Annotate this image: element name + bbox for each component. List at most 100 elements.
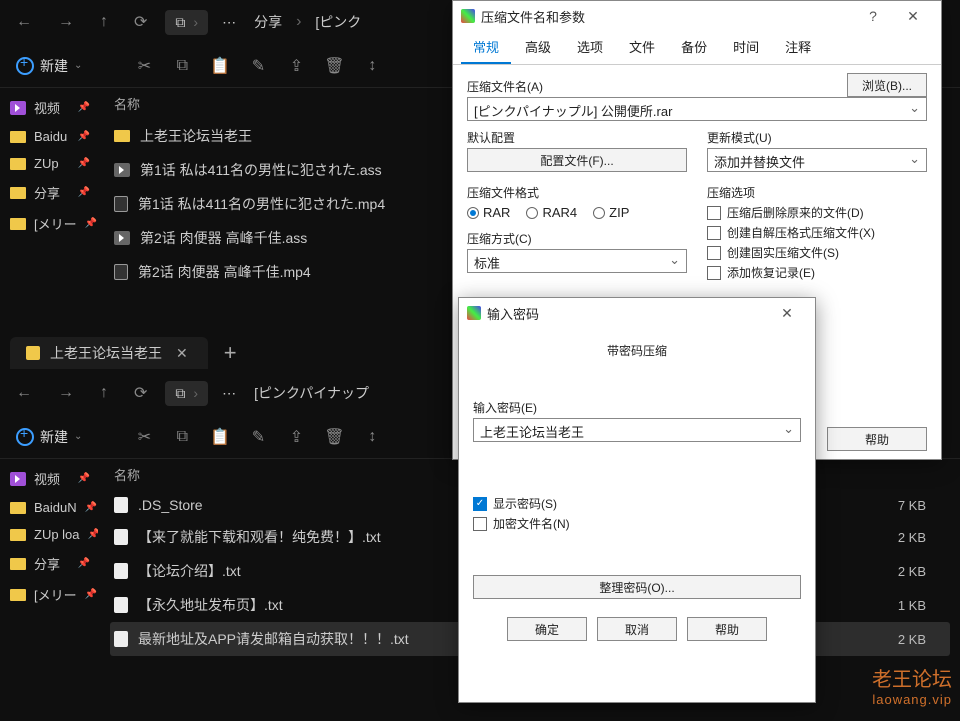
- password-input[interactable]: 上老王论坛当老王: [473, 418, 801, 442]
- cut-icon[interactable]: ✂: [132, 425, 156, 449]
- pwd-ok-button[interactable]: 确定: [507, 617, 587, 641]
- text-file-icon: [114, 529, 128, 545]
- breadcrumb-dots[interactable]: ⋯: [218, 10, 240, 35]
- sidebar-item[interactable]: ZUp loa📌: [2, 521, 98, 548]
- winrar-icon: [461, 9, 475, 23]
- share-icon[interactable]: ⇪: [284, 425, 308, 449]
- nav-forward-b[interactable]: →: [50, 380, 82, 406]
- breadcrumb-seg-current[interactable]: [ピンク: [311, 8, 365, 36]
- folder-icon: [10, 187, 26, 199]
- new-button[interactable]: 新建⌄: [6, 52, 92, 80]
- rename-icon[interactable]: ✎: [246, 425, 270, 449]
- breadcrumb-seg-share[interactable]: 分享: [250, 8, 286, 36]
- nav-refresh-b[interactable]: ⟳: [126, 379, 155, 407]
- rename-icon[interactable]: ✎: [246, 54, 270, 78]
- profile-button[interactable]: 配置文件(F)...: [467, 148, 687, 172]
- compression-method-select[interactable]: 标准: [467, 249, 687, 273]
- format-rar-radio[interactable]: RAR: [467, 205, 510, 220]
- nav-up-b[interactable]: ↑: [92, 380, 116, 406]
- new-tab-button[interactable]: +: [208, 340, 253, 366]
- sidebar-item[interactable]: 分享📌: [2, 177, 98, 208]
- password-dialog: 输入密码 ✕ 带密码压缩 输入密码(E) 上老王论坛当老王 显示密码(S) 加密…: [458, 297, 816, 703]
- subtitle-icon: [114, 231, 130, 245]
- delete-icon[interactable]: 🗑: [322, 54, 346, 78]
- paste-icon[interactable]: 📋: [208, 54, 232, 78]
- watermark: 老王论坛 laowang.vip: [872, 663, 952, 707]
- breadcrumb-dots-b[interactable]: ⋯: [218, 381, 240, 406]
- compress-option[interactable]: 创建自解压格式压缩文件(X): [707, 224, 927, 241]
- rar-help-button[interactable]: 帮助: [827, 427, 927, 451]
- sidebar-bottom: 视频📌BaiduN📌ZUp loa📌分享📌[メリー📌: [0, 459, 100, 721]
- encrypt-names-checkbox[interactable]: 加密文件名(N): [473, 515, 801, 532]
- text-file-icon: [114, 563, 128, 579]
- text-file-icon: [114, 631, 128, 647]
- pwd-heading: 带密码压缩: [473, 342, 801, 359]
- sidebar-item[interactable]: 视频📌: [2, 463, 98, 494]
- folder-icon: [114, 130, 130, 142]
- pwd-cancel-button[interactable]: 取消: [597, 617, 677, 641]
- rar-tabs: 常规高级选项文件备份时间注释: [453, 31, 941, 65]
- folder-icon: [10, 529, 26, 541]
- breadcrumb-root[interactable]: ⧉›: [165, 10, 208, 35]
- cut-icon[interactable]: ✂: [132, 54, 156, 78]
- rar-tab[interactable]: 备份: [669, 31, 719, 64]
- paste-icon[interactable]: 📋: [208, 425, 232, 449]
- nav-up[interactable]: ↑: [92, 9, 116, 35]
- share-icon[interactable]: ⇪: [284, 54, 308, 78]
- nav-back-b[interactable]: ←: [8, 380, 40, 406]
- copy-icon[interactable]: ⧉: [170, 425, 194, 449]
- compress-option[interactable]: 压缩后删除原来的文件(D): [707, 204, 927, 221]
- format-rar4-radio[interactable]: RAR4: [526, 205, 577, 220]
- folder-icon: [10, 589, 26, 601]
- rar-tab[interactable]: 时间: [721, 31, 771, 64]
- new-button-b[interactable]: 新建⌄: [6, 423, 92, 451]
- rar-tab[interactable]: 注释: [773, 31, 823, 64]
- format-zip-radio[interactable]: ZIP: [593, 205, 629, 220]
- tab-active[interactable]: 上老王论坛当老王 ✕: [10, 337, 208, 369]
- sidebar-item[interactable]: [メリー📌: [2, 579, 98, 610]
- rar-help-icon[interactable]: ?: [853, 1, 893, 31]
- subtitle-icon: [114, 163, 130, 177]
- text-file-icon: [114, 597, 128, 613]
- video-icon: [10, 472, 26, 486]
- manage-passwords-button[interactable]: 整理密码(O)...: [473, 575, 801, 599]
- rar-tab[interactable]: 文件: [617, 31, 667, 64]
- sidebar-item[interactable]: 分享📌: [2, 548, 98, 579]
- sidebar-top: 视频📌Baidu📌ZUp📌分享📌[メリー📌: [0, 88, 100, 335]
- folder-icon: [10, 131, 26, 143]
- archive-name-input[interactable]: [ピンクパイナップル] 公開便所.rar: [467, 97, 927, 121]
- sidebar-item[interactable]: Baidu📌: [2, 123, 98, 150]
- tab-label: 上老王论坛当老王: [50, 343, 162, 363]
- browse-button[interactable]: 浏览(B)...: [847, 73, 927, 97]
- pwd-titlebar[interactable]: 输入密码 ✕: [459, 298, 815, 328]
- nav-back[interactable]: ←: [8, 9, 40, 35]
- compress-option[interactable]: 创建固实压缩文件(S): [707, 244, 927, 261]
- update-mode-select[interactable]: 添加并替换文件: [707, 148, 927, 172]
- folder-icon: [10, 218, 26, 230]
- compress-option[interactable]: 添加恢复记录(E): [707, 264, 927, 281]
- breadcrumb-seg-b[interactable]: [ピンクパイナップ: [250, 379, 373, 407]
- breadcrumb-root-b[interactable]: ⧉›: [165, 381, 208, 406]
- nav-refresh[interactable]: ⟳: [126, 8, 155, 36]
- rar-close-icon[interactable]: ✕: [893, 1, 933, 31]
- rar-tab[interactable]: 高级: [513, 31, 563, 64]
- sidebar-item[interactable]: BaiduN📌: [2, 494, 98, 521]
- pwd-close-icon[interactable]: ✕: [767, 298, 807, 328]
- video-file-icon: [114, 196, 128, 212]
- delete-icon[interactable]: 🗑: [322, 425, 346, 449]
- winrar-icon: [467, 306, 481, 320]
- rar-tab[interactable]: 选项: [565, 31, 615, 64]
- copy-icon[interactable]: ⧉: [170, 54, 194, 78]
- video-icon: [10, 101, 26, 115]
- sidebar-item[interactable]: 视频📌: [2, 92, 98, 123]
- rar-tab[interactable]: 常规: [461, 31, 511, 64]
- rar-titlebar[interactable]: 压缩文件名和参数 ? ✕: [453, 1, 941, 31]
- sort-icon[interactable]: ↕: [360, 54, 384, 78]
- tab-close[interactable]: ✕: [172, 345, 192, 362]
- sidebar-item[interactable]: [メリー📌: [2, 208, 98, 239]
- sort-icon[interactable]: ↕: [360, 425, 384, 449]
- nav-forward[interactable]: →: [50, 9, 82, 35]
- sidebar-item[interactable]: ZUp📌: [2, 150, 98, 177]
- show-password-checkbox[interactable]: 显示密码(S): [473, 495, 801, 512]
- pwd-help-button[interactable]: 帮助: [687, 617, 767, 641]
